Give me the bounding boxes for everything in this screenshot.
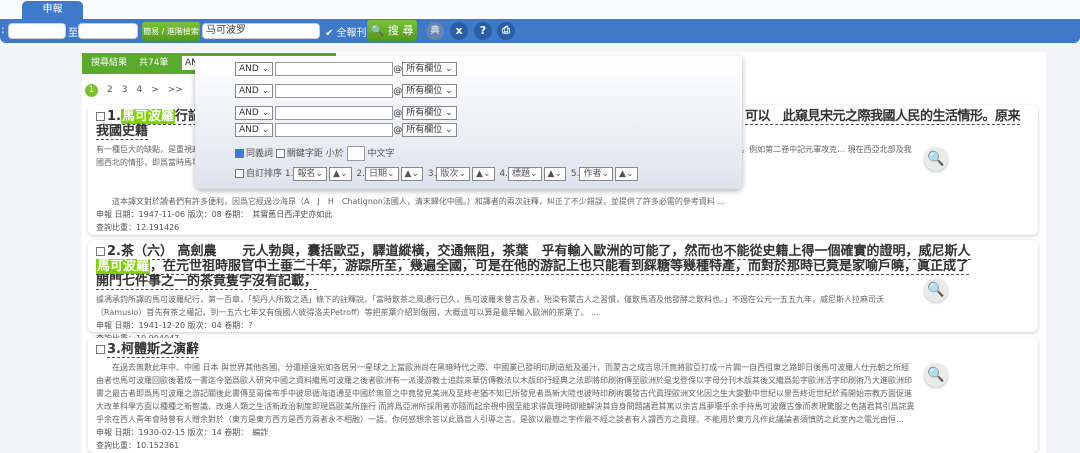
at-label: @ <box>393 86 403 97</box>
clear-icon[interactable]: x <box>450 22 468 40</box>
field-select[interactable]: 所有欄位 ⌄ <box>402 123 457 137</box>
result-snippet: 在過去無數此年中、中國 日本 與世界其他各國、分還極遠宛如各居另一星球之上當歐洲… <box>96 363 915 424</box>
print-icon[interactable]: ⎙ <box>497 22 515 40</box>
less-than-label: 小於 <box>325 149 344 159</box>
proximity-checkbox[interactable] <box>275 149 285 158</box>
result-snippet-continued: 這本譯文對於讀者們有許多便利，因爲它經過沙海昂（A J H Chatignon法… <box>112 197 726 206</box>
sort-dir-select[interactable]: ▲⌄ <box>472 166 495 181</box>
at-label: @ <box>393 108 403 119</box>
proximity-label: 關鍵字距 <box>286 149 323 159</box>
sort-dir-select[interactable]: ▲⌄ <box>615 166 638 181</box>
select-checkbox[interactable] <box>96 247 105 256</box>
keyword-highlight: 馬可波羅 <box>96 259 151 274</box>
op-select[interactable]: AND ⌄ <box>235 123 274 137</box>
query-row: AND ⌄ @ 所有欄位 ⌄ <box>235 106 459 122</box>
custom-sort-checkbox[interactable] <box>235 169 244 178</box>
fulltext-checkbox[interactable]: ✔ 全報刊 <box>325 24 367 39</box>
query-input[interactable]: 马可波罗 <box>202 23 320 39</box>
fulltext-label: 全報刊 <box>336 28 367 39</box>
query-row: AND ⌄ @ 所有欄位 ⌄ <box>235 123 459 139</box>
result-title-continued[interactable]: 可以 此窺見宋元之際我國人民的生活情形。原来 <box>745 109 1021 125</box>
advanced-search-popup: AND ⌄ @ 所有欄位 ⌄ AND ⌄ @ 所有欄位 ⌄ AND ⌄ @ 所有欄位 ⌄ A… <box>195 56 742 189</box>
result-snippet: 據馮承鈞所譯的馬可波羅紀行，第一百章，「契丹人所飲之酒」條下的註釋說，「當時飲茶… <box>96 295 884 317</box>
help-icon[interactable]: ? <box>474 22 492 40</box>
search-icon: 🔍 <box>370 24 385 37</box>
chars-label: 中文字 <box>367 149 395 159</box>
advanced-search-button[interactable]: 簡易 / 進階檢索 <box>142 22 200 41</box>
custom-sort-label: 自訂排序 <box>246 169 283 179</box>
sort-dir-select[interactable]: ▲⌄ <box>543 166 567 181</box>
term-input[interactable] <box>275 62 394 76</box>
result-item: 2.茶（六） 高劍農 元人勃與，囊括歐亞，驛道縱橫，交通無阻，茶葉 乎有輸入歐洲… <box>88 240 1038 343</box>
sort-dir-select[interactable]: ▲⌄ <box>329 166 352 181</box>
page-link[interactable]: 4 <box>136 85 142 95</box>
page-current[interactable]: 1 <box>85 84 98 97</box>
search-toolbar: : 至 簡易 / 進階檢索 马可波罗 ✔ 全報刊 🔍 搜 尋 典 x ? ⎙ <box>0 19 1080 43</box>
at-label: @ <box>393 125 403 136</box>
results-label: 搜尋結果 <box>91 58 128 68</box>
result-meta: 申報 日期：1930-02-15 版次：14 卷期： 編詐 <box>96 428 269 437</box>
page-link[interactable]: 3 <box>122 85 128 95</box>
tab-shenbao[interactable]: 申報 <box>22 1 83 20</box>
date-colon: : <box>1 23 5 36</box>
pagination: 1 2 3 4 > >> <box>85 84 192 97</box>
page-last[interactable]: >> <box>168 85 183 95</box>
page-next[interactable]: > <box>151 85 159 95</box>
result-meta: 申報 日期：1947-11-06 版次：08 卷期： 其實舊日西洋史亦如此 <box>96 210 333 219</box>
field-select[interactable]: 所有欄位 ⌄ <box>402 84 457 98</box>
keyword-highlight: 馬可波羅 <box>120 109 175 124</box>
synonym-checkbox[interactable] <box>235 149 244 158</box>
dictionary-icon[interactable]: 典 <box>426 22 444 40</box>
field-select[interactable]: 所有欄位 ⌄ <box>402 106 457 120</box>
sort-field-select[interactable]: 版次⌄ <box>436 166 471 181</box>
preview-zoom-icon[interactable]: 🔍 <box>924 278 948 302</box>
to-label: 至 <box>68 28 78 39</box>
sort-field-select[interactable]: 作者⌄ <box>579 166 614 181</box>
field-select[interactable]: 所有欄位 ⌄ <box>402 62 457 76</box>
preview-zoom-icon[interactable]: 🔍 <box>924 363 948 387</box>
sort-field-select[interactable]: 標題⌄ <box>507 166 542 181</box>
search-label: 搜 尋 <box>387 24 414 37</box>
result-item: 3.柯體斯之演辭 在過去無數此年中、中國 日本 與世界其他各國、分還極遠宛如各居… <box>88 338 1038 453</box>
result-score: 查詢比重：12.191426 <box>96 223 180 232</box>
top-background <box>0 0 1080 20</box>
query-row: AND ⌄ @ 所有欄位 ⌄ <box>235 62 459 78</box>
op-select[interactable]: AND ⌄ <box>235 62 274 76</box>
result-title[interactable]: 3.柯體斯之演辭 <box>96 342 976 358</box>
sort-row: 自訂排序 1. 報名⌄ ▲⌄ 2. 日期⌄ ▲⌄ 3. 版次⌄ ▲⌄ 4. 標題⌄ ▲⌄ 5. 作… <box>235 166 640 182</box>
options-row: 同義詞 關鍵字距 小於 中文字 <box>235 146 395 162</box>
result-meta: 申報 日期：1941-12-20 版次：04 卷期：？ <box>96 321 257 330</box>
op-select[interactable]: AND ⌄ <box>235 84 274 98</box>
proximity-input[interactable] <box>346 146 365 161</box>
date-to-input[interactable] <box>78 23 138 39</box>
search-button[interactable]: 🔍 搜 尋 <box>367 20 417 41</box>
term-input[interactable] <box>275 106 394 120</box>
sort-field-select[interactable]: 日期⌄ <box>364 166 399 181</box>
results-count: 共74筆 <box>139 58 169 68</box>
op-select[interactable]: AND ⌄ <box>235 106 274 120</box>
at-label: @ <box>393 64 403 75</box>
result-score: 查詢比重：10.152361 <box>96 441 180 450</box>
synonym-label: 同義詞 <box>246 149 274 159</box>
term-input[interactable] <box>275 123 394 137</box>
page-link[interactable]: 2 <box>107 85 113 95</box>
query-row: AND ⌄ @ 所有欄位 ⌄ <box>235 84 459 100</box>
date-from-input[interactable] <box>8 23 66 39</box>
select-checkbox[interactable] <box>96 345 105 354</box>
term-input[interactable] <box>275 84 394 98</box>
preview-zoom-icon[interactable]: 🔍 <box>924 147 948 171</box>
select-checkbox[interactable] <box>96 112 105 121</box>
result-title[interactable]: 2.茶（六） 高劍農 元人勃與，囊括歐亞，驛道縱橫，交通無阻，茶葉 乎有輸入歐洲… <box>96 244 976 290</box>
sort-dir-select[interactable]: ▲⌄ <box>400 166 424 181</box>
sort-field-select[interactable]: 報名⌄ <box>293 166 328 181</box>
